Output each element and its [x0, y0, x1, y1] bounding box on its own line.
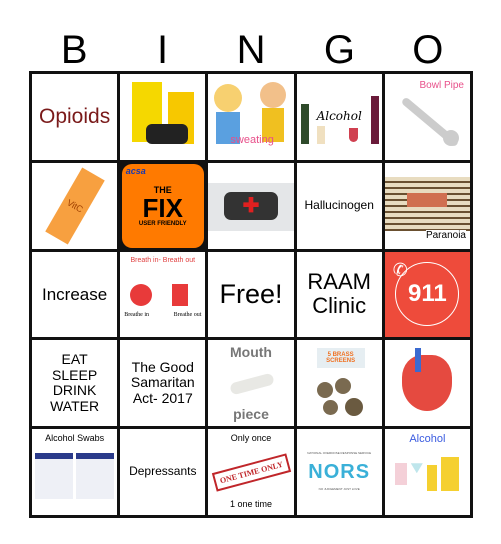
breathe-in-label: Breathe in	[124, 311, 150, 318]
cell-caption: Bowl Pipe	[419, 80, 464, 91]
glass-image	[394, 463, 407, 486]
swab-packet-image	[35, 453, 73, 500]
bottle-image	[300, 104, 309, 144]
cartoon-boy-image	[260, 82, 287, 108]
cell-911[interactable]: 911 ✆	[384, 251, 470, 338]
cell-caption: Alcohol Swabs	[45, 433, 105, 444]
cell-raam-clinic[interactable]: RAAM Clinic	[296, 251, 382, 338]
header-letter: B	[60, 28, 88, 72]
screen-image	[316, 382, 333, 399]
free-space: Free!	[219, 279, 283, 310]
cell-text: Depressants	[129, 464, 197, 479]
vitc-packet-image: VitC	[44, 167, 105, 245]
cell-heart[interactable]	[384, 340, 470, 427]
cell-caption: Paranoia	[425, 229, 466, 241]
cell-text: Increase	[41, 284, 108, 304]
bingo-header: B I N G O	[30, 28, 472, 72]
cell-brass-screens[interactable]: 5 BRASS SCREENS	[296, 340, 382, 427]
case-image	[146, 124, 189, 144]
cell-paranoia[interactable]: Paranoia	[384, 162, 470, 249]
glass-image	[348, 128, 358, 142]
phone-icon: ✆	[392, 259, 408, 280]
beer-glass-image	[426, 465, 437, 492]
header-letter: N	[236, 28, 266, 72]
cell-caption: Alcohol	[409, 433, 446, 446]
glass-image	[316, 126, 325, 144]
cell-the-fix[interactable]: acsa THE FIX USER FRIENDLY	[120, 162, 206, 249]
cell-caption: Breath in- Breath out	[130, 256, 196, 264]
pipe-bowl	[442, 130, 459, 146]
cell-increase[interactable]: Increase	[32, 251, 118, 338]
screen-image	[334, 378, 351, 395]
cell-mouthpiece[interactable]: Mouth piece	[208, 340, 294, 427]
cell-caption: Only once	[230, 433, 272, 444]
cocktail-glass-image	[410, 463, 423, 474]
cell-sweating[interactable]: sweating	[208, 74, 294, 160]
cell-text: EAT SLEEP DRINK WATER	[50, 350, 100, 414]
vitc-label: VitC	[64, 197, 85, 215]
artery-shape	[414, 348, 421, 373]
cell-caption: 1 one time	[229, 499, 272, 509]
cell-opioids[interactable]: Opioids	[32, 74, 118, 160]
911-text: 911	[408, 280, 447, 308]
one-time-only-stamp: ONE TIME ONLY	[211, 452, 291, 492]
cell-bowl-pipe[interactable]: Bowl Pipe	[384, 74, 470, 160]
acsa-logo: acsa	[125, 165, 146, 176]
cell-breathing[interactable]: Breath in- Breath out Breathe in Breathe…	[120, 251, 206, 338]
nors-top-text: NATIONAL OVERDOSE RESPONSE SERVICE	[307, 451, 372, 456]
breathe-out-figure	[172, 283, 189, 306]
naloxone-kit-image: ✚	[223, 191, 278, 220]
cell-caption: piece	[233, 406, 269, 423]
cell-text: The Good Samaritan Act- 2017	[130, 358, 195, 407]
swab-packet-image	[76, 453, 114, 500]
cell-eat-sleep[interactable]: EAT SLEEP DRINK WATER	[32, 340, 118, 427]
red-cross-icon: ✚	[242, 195, 260, 218]
bottle-image	[370, 96, 379, 144]
heart-image	[402, 355, 453, 412]
cell-nors[interactable]: NATIONAL OVERDOSE RESPONSE SERVICE NORS …	[296, 429, 382, 515]
cartoon-girl-image	[214, 84, 243, 112]
cell-alcohol-drinks[interactable]: Alcohol	[384, 429, 470, 515]
fix-subtitle: USER FRIENDLY	[138, 220, 187, 227]
cell-free[interactable]: Free!	[208, 251, 294, 338]
nors-bottom-text: NO JUDGEMENT JUST LOVE	[318, 487, 360, 492]
the-fix-logo: acsa THE FIX USER FRIENDLY	[121, 163, 204, 248]
breathe-out-label: Breathe out	[173, 311, 202, 318]
cell-depressants[interactable]: Depressants	[120, 429, 206, 515]
cell-naloxone-kit[interactable]: ✚	[208, 162, 294, 249]
cell-vitc-packet[interactable]: VitC	[32, 162, 118, 249]
cell-hallucinogen[interactable]: Hallucinogen	[296, 162, 382, 249]
fix-title: FIX	[142, 192, 183, 223]
bingo-card: Opioids sweating Alcohol Bowl Pipe VitC …	[29, 71, 473, 518]
cell-text: Opioids	[38, 105, 111, 129]
cell-good-samaritan[interactable]: The Good Samaritan Act- 2017	[120, 340, 206, 427]
nors-logo: NORS	[308, 460, 371, 483]
cell-only-once[interactable]: Only once ONE TIME ONLY 1 one time	[208, 429, 294, 515]
cell-caption: Mouth	[230, 344, 272, 361]
breathe-in-figure	[130, 283, 153, 306]
cell-alcohol-bottles[interactable]: Alcohol	[296, 74, 382, 160]
cell-caption: sweating	[230, 134, 274, 146]
screen-image	[344, 398, 363, 417]
mouthpiece-image	[229, 372, 276, 396]
header-letter: O	[412, 28, 444, 72]
beer-pitcher-image	[440, 457, 459, 492]
header-letter: I	[157, 28, 169, 72]
screen-image	[322, 400, 338, 416]
alcohol-script: Alcohol	[316, 109, 362, 124]
screens-package: 5 BRASS SCREENS	[316, 348, 365, 369]
cell-sharps-containers[interactable]	[120, 74, 206, 160]
cell-text: RAAM Clinic	[307, 268, 371, 319]
header-letter: G	[323, 28, 355, 72]
peeking-face-image	[406, 192, 447, 207]
cell-text: Hallucinogen	[304, 197, 374, 212]
cell-alcohol-swabs[interactable]: Alcohol Swabs	[32, 429, 118, 515]
